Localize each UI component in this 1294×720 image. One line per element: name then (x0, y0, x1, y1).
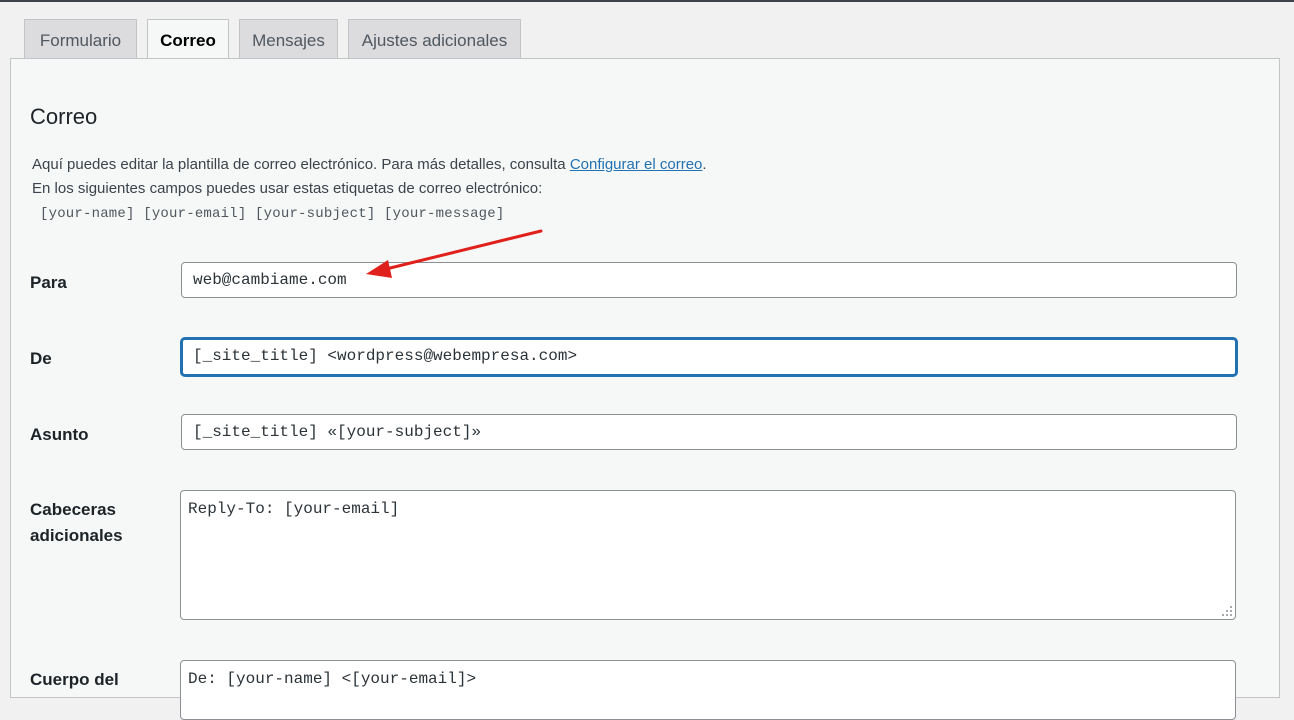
de-input[interactable]: [_site_title] <wordpress@webempresa.com> (181, 338, 1237, 376)
tags-description: En los siguientes campos puedes usar est… (32, 180, 543, 197)
tab-mensajes[interactable]: Mensajes (239, 19, 338, 58)
top-admin-bar (0, 0, 1294, 2)
description-text: Aquí puedes editar la plantilla de corre… (32, 156, 570, 173)
cabeceras-label-line1: Cabeceras (30, 500, 117, 519)
asunto-input[interactable]: [_site_title] «[your-subject]» (181, 414, 1237, 450)
cabeceras-value: Reply-To: [your-email] (188, 500, 400, 518)
para-label: Para (30, 273, 67, 292)
asunto-label: Asunto (30, 425, 89, 444)
configure-mail-link[interactable]: Configurar el correo (570, 156, 703, 173)
section-title: Correo (30, 104, 98, 129)
section-description: Aquí puedes editar la plantilla de corre… (32, 156, 707, 173)
cuerpo-textarea[interactable]: De: [your-name] <[your-email]> (180, 660, 1236, 720)
cabeceras-textarea[interactable]: Reply-To: [your-email] (180, 490, 1236, 620)
de-label: De (30, 349, 52, 368)
cabeceras-label-line2: adicionales (30, 526, 123, 545)
description-period: . (702, 156, 707, 173)
tab-formulario[interactable]: Formulario (24, 19, 137, 58)
mail-tags: [your-name] [your-email] [your-subject] … (40, 206, 505, 222)
resize-grip-icon[interactable] (1222, 606, 1232, 616)
para-input[interactable]: web@cambiame.com (181, 262, 1237, 298)
tab-ajustes-adicionales[interactable]: Ajustes adicionales (348, 19, 521, 58)
tab-correo[interactable]: Correo (147, 19, 229, 60)
cuerpo-value: De: [your-name] <[your-email]> (188, 670, 477, 688)
cuerpo-label: Cuerpo del (30, 670, 119, 689)
cabeceras-label: Cabeceras adicionales (30, 497, 123, 549)
